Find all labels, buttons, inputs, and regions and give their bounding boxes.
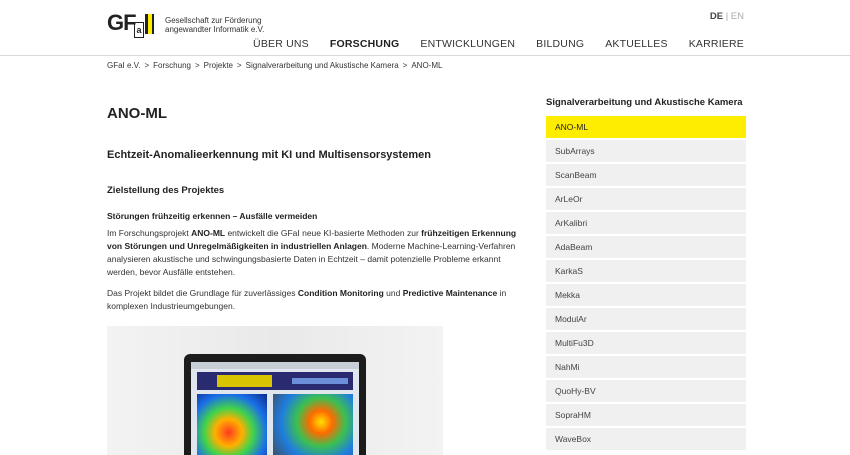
sidebar-item-arkalibri[interactable]: ArKalibri (546, 212, 746, 234)
project-image (107, 326, 443, 455)
main-content: ANO-ML Echtzeit-Anomalieerkennung mit KI… (107, 105, 527, 313)
text-run-bold: Predictive Maintenance (402, 288, 498, 298)
sidebar-item-adabeam[interactable]: AdaBeam (546, 236, 746, 258)
sidebar-item-quohy-bv[interactable]: QuoHy-BV (546, 380, 746, 402)
sidebar-item-mekka[interactable]: Mekka (546, 284, 746, 306)
sidebar-item-scanbeam[interactable]: ScanBeam (546, 164, 746, 186)
breadcrumb-gfai[interactable]: GFaI e.V. (107, 61, 141, 70)
language-switcher: DE | EN (710, 11, 744, 22)
logo-text-line2: angewandter Informatik e.V. (165, 25, 265, 34)
text-run: entwickelt die GFaI neue KI-basierte Met… (225, 228, 422, 238)
main-nav: ÜBER UNS FORSCHUNG ENTWICKLUNGEN BILDUNG… (232, 38, 744, 50)
nav-karriere[interactable]: KARRIERE (689, 38, 744, 50)
lang-separator: | (725, 11, 729, 22)
heatmap-graphic (273, 394, 353, 455)
logo-text: Gesellschaft zur Förderung angewandter I… (165, 12, 275, 34)
breadcrumb-separator: > (402, 61, 408, 70)
sidebar-item-subarrays[interactable]: SubArrays (546, 140, 746, 162)
text-run-bold: ANO-ML (191, 228, 226, 238)
sidebar-item-multifu3d[interactable]: MultiFu3D (546, 332, 746, 354)
breadcrumb-separator: > (237, 61, 242, 70)
sub-heading: Störungen frühzeitig erkennen – Ausfälle… (107, 211, 318, 221)
basis-paragraph: Das Projekt bildet die Grundlage für zuv… (107, 287, 527, 313)
sidebar-item-karkas[interactable]: KarkaS (546, 260, 746, 282)
page-title: ANO-ML (107, 105, 167, 122)
sidebar-item-wavebox[interactable]: WaveBox (546, 428, 746, 450)
heatmap-graphic (197, 394, 267, 455)
laptop-screen (191, 362, 359, 455)
nav-aktuelles[interactable]: AKTUELLES (605, 38, 668, 50)
waveform-graphic (197, 372, 353, 390)
lang-en[interactable]: EN (731, 11, 744, 22)
sidebar-item-modular[interactable]: ModulAr (546, 308, 746, 330)
sidebar-item-nahmi[interactable]: NahMi (546, 356, 746, 378)
breadcrumb-signalverarbeitung[interactable]: Signalverarbeitung und Akustische Kamera (246, 61, 399, 70)
sidebar-item-ano-ml[interactable]: ANO-ML (546, 116, 746, 138)
sidebar: Signalverarbeitung und Akustische Kamera… (546, 97, 746, 452)
text-run: und (383, 288, 403, 298)
sidebar-item-arleor[interactable]: ArLeOr (546, 188, 746, 210)
nav-ueber-uns[interactable]: ÜBER UNS (253, 38, 309, 50)
text-run-bold: Condition Monitoring (297, 288, 384, 298)
logo-mark: GF a (107, 10, 159, 38)
lang-de[interactable]: DE (710, 11, 723, 22)
nav-forschung[interactable]: FORSCHUNG (330, 38, 399, 50)
breadcrumb: GFaI e.V. > Forschung > Projekte > Signalverar… (107, 61, 442, 70)
gfai-logo[interactable]: GF a Gesellschaft zur Förderung angewand… (107, 10, 275, 38)
breadcrumb-separator: > (194, 61, 200, 70)
laptop-illustration (184, 354, 366, 455)
logo-text-line1: Gesellschaft zur Förderung (165, 16, 262, 25)
breadcrumb-projekte[interactable]: Projekte (204, 61, 233, 70)
page-subtitle: Echtzeit-Anomalieerkennung mit KI und Mu… (107, 149, 431, 161)
nav-entwicklungen[interactable]: ENTWICKLUNGEN (420, 38, 515, 50)
nav-bildung[interactable]: BILDUNG (536, 38, 584, 50)
sidebar-item-soprahm[interactable]: SopraHM (546, 404, 746, 426)
breadcrumb-forschung[interactable]: Forschung (153, 61, 191, 70)
intro-paragraph: Im Forschungsprojekt ANO-ML entwickelt d… (107, 227, 527, 279)
site-header: GF a Gesellschaft zur Förderung angewand… (0, 0, 850, 56)
text-run: Das Projekt bildet die Grundlage für zuv… (107, 288, 298, 298)
breadcrumb-separator: > (144, 61, 150, 70)
section-heading: Zielstellung des Projektes (107, 185, 225, 196)
text-run: Im Forschungsprojekt (107, 228, 192, 238)
breadcrumb-current: ANO-ML (411, 61, 443, 70)
sidebar-title: Signalverarbeitung und Akustische Kamera (546, 97, 743, 108)
